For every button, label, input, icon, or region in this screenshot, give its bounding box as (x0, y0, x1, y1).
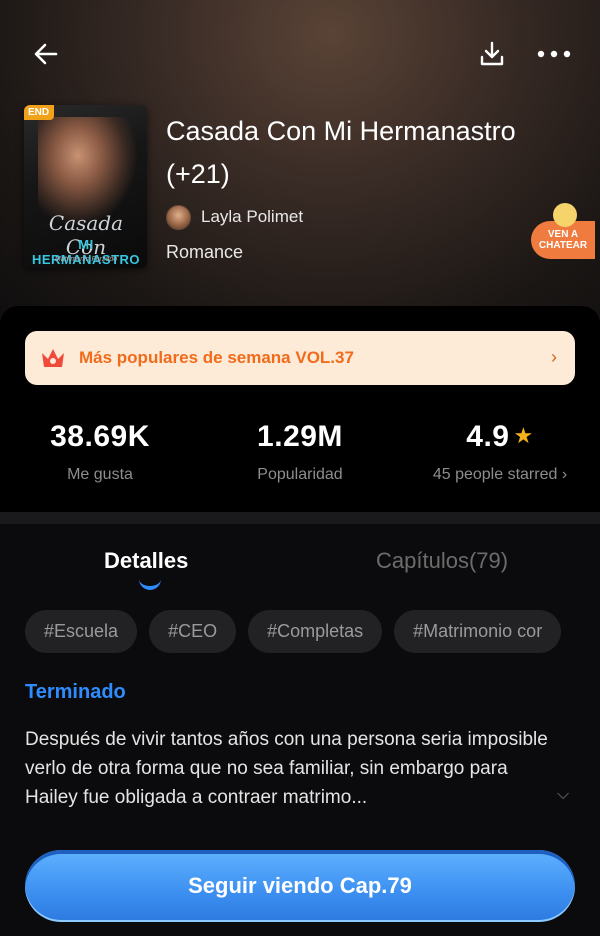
continue-reading-button[interactable]: Seguir viendo Cap.79 (25, 850, 575, 922)
author-name: Layla Polimet (201, 207, 304, 226)
author-avatar (166, 204, 191, 230)
download-icon (480, 41, 504, 66)
stats-row: 38.69K Me gusta 1.29M Popularidad 4.9 ★ 4… (0, 420, 600, 490)
popularity-label: Popularidad (257, 466, 343, 483)
chat-badge[interactable]: VEN A CHATEAR (531, 203, 595, 259)
tag-chip[interactable]: #Completas (248, 610, 383, 653)
status-label: Terminado (25, 681, 126, 703)
crown-icon (42, 349, 64, 367)
arrow-left-icon (34, 43, 58, 65)
tag-chip[interactable]: #Matrimonio cor (394, 610, 562, 653)
chevron-down-icon[interactable]: ⌵ (557, 786, 569, 804)
star-icon: ★ (513, 423, 534, 448)
top-bar (0, 0, 600, 100)
tag-chip[interactable]: #CEO (149, 610, 237, 653)
section-divider (0, 512, 600, 524)
rating-stat[interactable]: 4.9 ★ 45 people starred › (400, 420, 600, 484)
ranking-banner-label: Más populares de semana VOL.37 (79, 348, 354, 367)
tab-details[interactable]: Detalles (104, 548, 188, 574)
more-options-button[interactable] (532, 34, 576, 74)
rating-value: 4.9 (466, 420, 510, 453)
cover-subtitle: Matrimonio Forzado (54, 256, 118, 263)
book-description[interactable]: Después de vivir tantos años con una per… (25, 725, 555, 812)
download-button[interactable] (472, 34, 512, 74)
end-badge: END (24, 105, 55, 120)
back-button[interactable] (26, 34, 66, 74)
mascot-icon (553, 203, 577, 227)
chevron-right-icon: › (551, 347, 557, 367)
book-title: Casada Con Mi Hermanastro (+21) (166, 116, 516, 189)
popularity-stat: 1.29M Popularidad (200, 420, 400, 484)
genre-label[interactable]: Romance (166, 242, 243, 263)
author-row[interactable]: Layla Polimet (166, 204, 303, 230)
popularity-value: 1.29M (257, 420, 343, 453)
more-dots-icon (537, 50, 571, 58)
tag-list: #Escuela #CEO #Completas #Matrimonio cor (25, 610, 575, 654)
tag-chip[interactable]: #Escuela (25, 610, 138, 653)
likes-value: 38.69K (50, 420, 150, 453)
book-cover[interactable]: END Casada Con MI HERMANASTRO Matrimonio… (24, 105, 147, 268)
tab-chapters[interactable]: Capítulos(79) (376, 548, 508, 574)
rating-label: 45 people starred › (432, 466, 568, 483)
likes-stat: 38.69K Me gusta (0, 420, 200, 484)
ranking-banner[interactable]: Más populares de semana VOL.37 › (25, 331, 575, 385)
likes-label: Me gusta (67, 466, 133, 483)
